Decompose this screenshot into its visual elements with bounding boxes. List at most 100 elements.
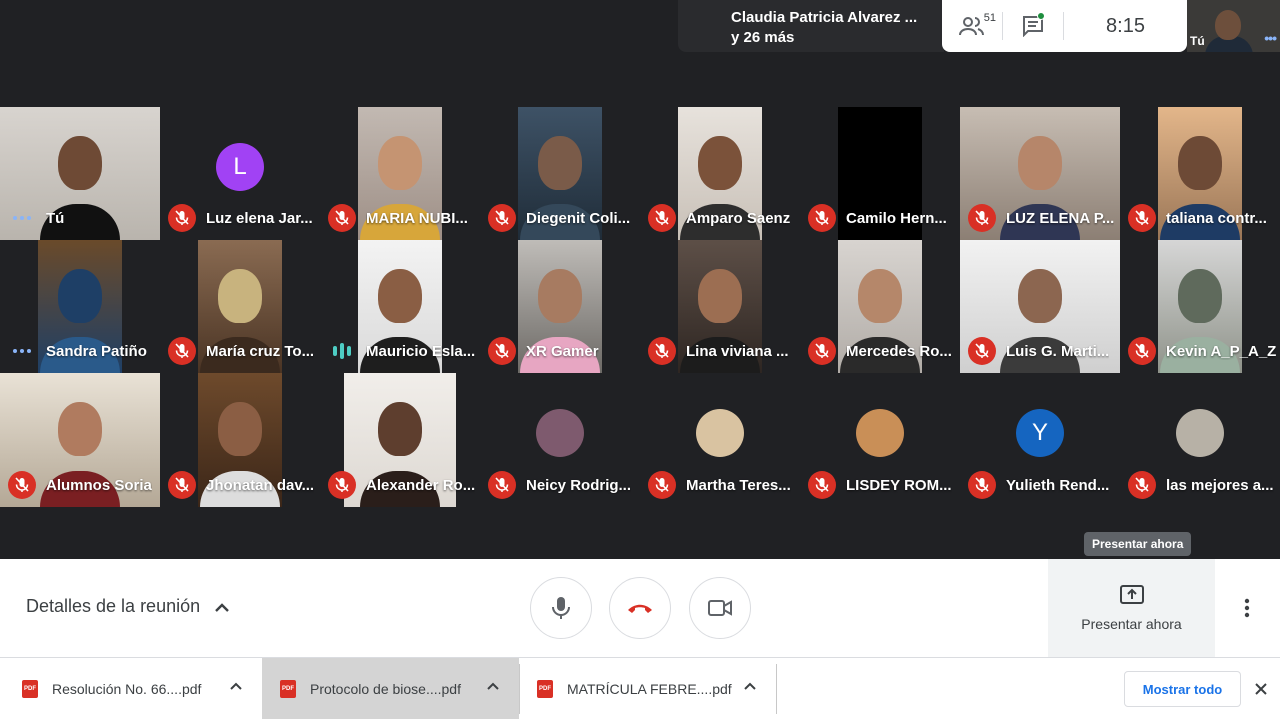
participant-name: Luz elena Jar... (206, 209, 313, 227)
download-shelf: PDF Resolución No. 66....pdf PDF Protoco… (0, 657, 1280, 719)
mic-off-icon (655, 210, 669, 225)
participant-name: Camilo Hern... (846, 209, 947, 227)
participant-tile[interactable]: Martha Teres... (640, 373, 800, 507)
participant-tile[interactable]: María cruz To... (160, 240, 320, 373)
participant-tile[interactable]: Tú (0, 107, 160, 240)
participant-tile[interactable]: L Luz elena Jar... (160, 107, 320, 240)
participant-tile[interactable]: Mercedes Ro... (800, 240, 960, 373)
mic-muted-indicator (968, 337, 996, 365)
video-face (218, 269, 262, 324)
hang-up-button[interactable] (609, 577, 671, 639)
present-screen-icon (1119, 585, 1144, 604)
participant-nameplate: Yulieth Rend... (968, 471, 1116, 499)
download-item[interactable]: PDF MATRÍCULA FEBRE....pdf (520, 658, 776, 719)
chat-notification-dot (1037, 12, 1045, 20)
participant-tile[interactable]: taliana contr... (1120, 107, 1280, 240)
mic-off-icon (495, 210, 509, 225)
camera-button[interactable] (689, 577, 751, 639)
participant-avatar (1176, 409, 1224, 457)
present-now-button[interactable]: Presentar ahora (1048, 559, 1215, 657)
video-face (58, 269, 102, 324)
participant-tile[interactable]: Kevin A_P_A_Z (1120, 240, 1280, 373)
video-face (858, 136, 902, 191)
close-shelf-button[interactable] (1252, 680, 1270, 698)
video-face (858, 269, 902, 324)
participant-tile[interactable]: las mejores a... (1120, 373, 1280, 507)
participant-tile[interactable]: Mauricio Esla... (320, 240, 480, 373)
participant-name: XR Gamer (526, 342, 599, 360)
participant-tile[interactable]: Jhonatan dav... (160, 373, 320, 507)
chevron-up-icon[interactable] (487, 682, 499, 690)
participant-tile[interactable]: Y Yulieth Rend... (960, 373, 1120, 507)
participant-tile[interactable]: Camilo Hern... (800, 107, 960, 240)
download-item[interactable]: PDF Protocolo de biose....pdf (262, 658, 519, 719)
participant-tile[interactable]: Amparo Saenz (640, 107, 800, 240)
top-toolbar: 51 8:15 (942, 0, 1187, 52)
mic-off-icon (495, 477, 509, 492)
camera-icon (708, 600, 732, 616)
chevron-up-icon[interactable] (744, 682, 756, 690)
present-tooltip: Presentar ahora (1084, 532, 1192, 556)
bottom-controls: Detalles de la reunión Presentar ahora (0, 559, 1280, 657)
participant-name: Tú (46, 209, 65, 227)
participant-nameplate: Mauricio Esla... (328, 337, 476, 365)
participant-nameplate: Neicy Rodrig... (488, 471, 636, 499)
participant-tile[interactable]: XR Gamer (480, 240, 640, 373)
speaking-dots-icon (8, 204, 36, 232)
participant-tile[interactable]: Luis G. Marti... (960, 240, 1120, 373)
participant-tile[interactable]: Neicy Rodrig... (480, 373, 640, 507)
mic-off-icon (815, 343, 829, 358)
meeting-details-button[interactable]: Detalles de la reunión (26, 596, 230, 617)
participant-tile[interactable]: Lina viviana ... (640, 240, 800, 373)
participant-avatar (696, 409, 744, 457)
download-filename: MATRÍCULA FEBRE....pdf (567, 681, 732, 697)
participant-nameplate: LUZ ELENA P... (968, 204, 1116, 232)
participant-nameplate: Lina viviana ... (648, 337, 796, 365)
present-now-label: Presentar ahora (1081, 616, 1182, 632)
chat-button[interactable] (1003, 0, 1063, 52)
participant-tile[interactable]: LISDEY ROM... (800, 373, 960, 507)
participant-tile[interactable]: Alumnos Soria (0, 373, 160, 507)
video-face (1178, 269, 1222, 324)
participant-nameplate: las mejores a... (1128, 471, 1276, 499)
participants-button[interactable]: 51 (942, 0, 1002, 52)
chevron-up-icon[interactable] (230, 682, 242, 690)
mic-off-icon (815, 477, 829, 492)
mic-muted-indicator (488, 337, 516, 365)
participant-nameplate: Mercedes Ro... (808, 337, 956, 365)
participant-nameplate: Alumnos Soria (8, 471, 156, 499)
video-face (1178, 136, 1222, 191)
mic-off-icon (1135, 477, 1149, 492)
participant-name: Yulieth Rend... (1006, 476, 1110, 494)
participant-name: LISDEY ROM... (846, 476, 952, 494)
video-face (538, 136, 582, 191)
show-all-button[interactable]: Mostrar todo (1124, 671, 1241, 707)
mic-muted-indicator (968, 204, 996, 232)
participant-name: Mauricio Esla... (366, 342, 476, 360)
participant-name: María cruz To... (206, 342, 315, 360)
pdf-icon: PDF (22, 680, 38, 698)
self-preview[interactable]: Tú ••• (1187, 0, 1280, 52)
video-face (1018, 269, 1062, 324)
participant-tile[interactable]: Sandra Patiño (0, 240, 160, 373)
mic-off-icon (175, 343, 189, 358)
meeting-details-label: Detalles de la reunión (26, 596, 201, 616)
video-face (698, 136, 742, 191)
mic-muted-indicator (648, 337, 676, 365)
participant-tile[interactable]: MARIA NUBI... (320, 107, 480, 240)
participant-nameplate: Amparo Saenz (648, 204, 796, 232)
video-face (1018, 136, 1062, 191)
mic-off-icon (1135, 343, 1149, 358)
participant-name: Kevin A_P_A_Z (1166, 342, 1276, 360)
participant-tile[interactable]: Alexander Ro... (320, 373, 480, 507)
mic-muted-indicator (488, 471, 516, 499)
mic-muted-indicator (8, 471, 36, 499)
participant-name: MARIA NUBI... (366, 209, 468, 227)
download-item[interactable]: PDF Resolución No. 66....pdf (0, 658, 262, 719)
participant-tile[interactable]: LUZ ELENA P... (960, 107, 1120, 240)
participant-tile[interactable]: Diegenit Coli... (480, 107, 640, 240)
microphone-button[interactable] (530, 577, 592, 639)
more-options-button[interactable] (1232, 593, 1262, 623)
mic-off-icon (975, 477, 989, 492)
participant-nameplate: Kevin A_P_A_Z (1128, 337, 1276, 365)
